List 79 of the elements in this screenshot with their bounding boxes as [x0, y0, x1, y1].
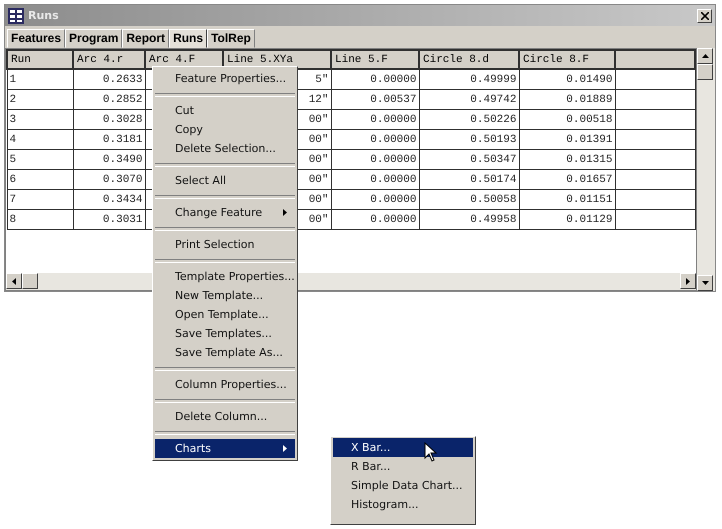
- grid-icon: [8, 8, 24, 24]
- close-button[interactable]: [697, 8, 712, 22]
- table-cell: 0.00000: [331, 210, 419, 230]
- right-arrow-icon: [686, 278, 690, 284]
- menu-item[interactable]: Charts: [155, 439, 295, 458]
- tab[interactable]: Program: [65, 29, 122, 48]
- table-cell: 0.00000: [331, 150, 419, 170]
- menu-item[interactable]: R Bar...: [333, 457, 473, 476]
- table-cell: 0.01490: [519, 69, 615, 90]
- menu-item[interactable]: Template Properties...: [155, 267, 295, 286]
- table-cell: 0.01315: [519, 150, 615, 170]
- table-cell: 0.49958: [419, 210, 519, 230]
- table-cell: 2: [7, 90, 73, 110]
- table-cell: 7: [7, 190, 73, 210]
- table-cell: 0.50347: [419, 150, 519, 170]
- menu-item[interactable]: Open Template...: [155, 305, 295, 324]
- table-cell: 0.01129: [519, 210, 615, 230]
- table-cell: 0.50058: [419, 190, 519, 210]
- column-header[interactable]: Arc 4.r: [73, 50, 145, 69]
- up-arrow-icon: [702, 54, 708, 58]
- table-cell: 6: [7, 170, 73, 190]
- scroll-down-button[interactable]: [697, 275, 713, 291]
- down-arrow-icon: [702, 281, 708, 285]
- table-cell: 0.3028: [73, 110, 145, 130]
- table-cell: 0.49742: [419, 90, 519, 110]
- menu-item[interactable]: Column Properties...: [155, 375, 295, 394]
- scroll-up-button[interactable]: [697, 48, 713, 64]
- window-title: Runs: [28, 9, 59, 22]
- table-cell: 4: [7, 130, 73, 150]
- column-header[interactable]: Run: [7, 50, 73, 69]
- table-cell: 0.3031: [73, 210, 145, 230]
- table-cell: 0.00000: [331, 69, 419, 90]
- table-cell: 0.2633: [73, 69, 145, 90]
- scroll-thumb[interactable]: [22, 273, 38, 289]
- table-cell: 0.50193: [419, 130, 519, 150]
- menu-item[interactable]: Print Selection: [155, 235, 295, 254]
- table-cell: 8: [7, 210, 73, 230]
- menu-item[interactable]: Save Template As...: [155, 343, 295, 362]
- table-cell: 0.00000: [331, 130, 419, 150]
- table-cell: 0.01151: [519, 190, 615, 210]
- table-cell: 0.50174: [419, 170, 519, 190]
- scroll-left-button[interactable]: [6, 273, 22, 289]
- table-cell: 0.00537: [331, 90, 419, 110]
- menu-item[interactable]: Save Templates...: [155, 324, 295, 343]
- table-cell: 0.01391: [519, 130, 615, 150]
- table-cell: 1: [7, 69, 73, 90]
- mouse-pointer-icon: [424, 442, 438, 463]
- tab[interactable]: Features: [7, 29, 66, 48]
- tab[interactable]: Report: [122, 29, 170, 48]
- menu-item[interactable]: Histogram...: [333, 495, 473, 514]
- scroll-right-button[interactable]: [680, 273, 696, 289]
- vertical-scrollbar[interactable]: [697, 48, 715, 291]
- menu-item[interactable]: New Template...: [155, 286, 295, 305]
- table-cell: 0.00518: [519, 110, 615, 130]
- table-cell: 0.00000: [331, 190, 419, 210]
- table-cell: 0.49999: [419, 69, 519, 90]
- close-icon: [700, 12, 708, 20]
- table-cell: 0.00000: [331, 170, 419, 190]
- tab[interactable]: TolRep: [207, 29, 255, 48]
- table-cell: 0.50226: [419, 110, 519, 130]
- tab[interactable]: Runs: [169, 29, 208, 48]
- table-cell: 0.01657: [519, 170, 615, 190]
- scroll-thumb[interactable]: [697, 64, 713, 80]
- menu-item[interactable]: Simple Data Chart...: [333, 476, 473, 495]
- table-cell: 0.00000: [331, 110, 419, 130]
- column-header[interactable]: Circle 8.d: [419, 50, 519, 69]
- menu-item[interactable]: X Bar...: [333, 438, 473, 457]
- menu-item[interactable]: Delete Column...: [155, 407, 295, 426]
- table-cell: 0.3490: [73, 150, 145, 170]
- table-cell: 3: [7, 110, 73, 130]
- column-header[interactable]: Line 5.F: [331, 50, 419, 69]
- column-header[interactable]: Circle 8.F: [519, 50, 615, 69]
- table-cell: 0.3181: [73, 130, 145, 150]
- table-cell: 0.2852: [73, 90, 145, 110]
- table-cell: 0.3070: [73, 170, 145, 190]
- table-cell: 5: [7, 150, 73, 170]
- table-cell: 0.3434: [73, 190, 145, 210]
- left-arrow-icon: [12, 278, 16, 284]
- table-cell: 0.01889: [519, 90, 615, 110]
